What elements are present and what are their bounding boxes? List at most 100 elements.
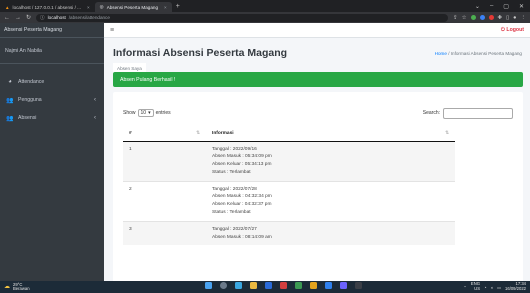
search-label: Search: — [422, 110, 440, 116]
discord-icon[interactable] — [340, 282, 347, 289]
extension-icon[interactable] — [470, 15, 476, 20]
brand-link[interactable]: Absensi Peserta Magang — [0, 23, 104, 38]
info-line: Status : Terlambat — [212, 169, 251, 175]
info-line: Status : Terlambat — [212, 210, 251, 216]
hamburger-menu-icon[interactable]: ≡ — [110, 27, 114, 34]
table-row: 3 Tanggal : 2022/07/27 Absen Masuk : 08:… — [123, 220, 455, 246]
battery-icon[interactable]: ▭ — [497, 285, 501, 290]
sidepanel-icon[interactable]: ▯ — [506, 15, 509, 21]
info-line: Absen Keluar : 05:34:13 pm — [212, 162, 272, 168]
minimize-icon[interactable]: – — [490, 3, 493, 9]
excel-icon[interactable] — [295, 282, 302, 289]
star-icon[interactable]: ☆ — [462, 15, 467, 21]
row-info: Tanggal : 2022/07/28 Absen Masuk : 04:32… — [206, 180, 455, 222]
word-icon[interactable] — [265, 282, 272, 289]
url-field[interactable]: ⓘ localhost/absensi/attendance — [36, 13, 448, 22]
extension-icon[interactable] — [488, 15, 494, 20]
url-host: localhost — [47, 15, 66, 20]
breadcrumb-current: Informasi Absensi Peserta Magang — [450, 51, 522, 56]
column-header-number[interactable]: # ⇅ — [123, 127, 206, 142]
chevron-down-icon: ▾ — [148, 110, 151, 116]
lang-region: US — [474, 286, 480, 291]
info-line: Absen Masuk : 08:14:09 am — [212, 234, 272, 240]
user-panel[interactable]: Najmi An Nabila — [0, 38, 104, 64]
page-title: Informasi Absensi Peserta Magang — [113, 47, 288, 59]
info-line: Tanggal : 2022/07/28 — [212, 186, 257, 192]
browser-address-bar: ← → ↻ ⓘ localhost/absensi/attendance ⇪ ☆… — [0, 12, 530, 23]
new-tab-button[interactable]: + — [172, 2, 184, 12]
row-number: 1 — [123, 140, 206, 182]
weather-desc: Berawan — [13, 286, 30, 291]
maximize-icon[interactable]: ▢ — [503, 3, 509, 10]
row-info: Tanggal : 2022/09/16 Absen Masuk : 05:34… — [206, 140, 455, 182]
browser-tab-phpmyadmin[interactable]: ▲ localhost / 127.0.0.1 / absensi / ... … — [0, 2, 95, 12]
tab-favicon-icon: ◎ — [99, 4, 104, 9]
browser-tab-absensi[interactable]: ◎ Absensi Peserta Magang × — [94, 2, 172, 12]
clock[interactable]: 17:34 16/09/2022 — [505, 282, 526, 291]
top-navbar: ≡ ⏻ Logout — [104, 23, 530, 38]
sort-icon: ⇅ — [195, 131, 200, 137]
sidebar-item-absensi[interactable]: 👥 Absensi ‹ — [0, 109, 104, 127]
entries-label: entries — [155, 110, 171, 116]
header-label: Informasi — [212, 131, 234, 137]
breadcrumb: Home / Informasi Absensi Peserta Magang — [435, 51, 522, 56]
tab-favicon-icon: ▲ — [5, 4, 10, 10]
vscode-icon[interactable] — [325, 282, 332, 289]
app-icon[interactable] — [280, 282, 287, 289]
users-icon: 👥 — [6, 115, 14, 122]
close-tab-icon[interactable]: × — [164, 5, 167, 10]
back-icon[interactable]: ← — [4, 15, 10, 21]
weather-widget[interactable]: ☁ 29°C Berawan — [0, 282, 30, 292]
success-alert: Absen Pulang Berhasil ! — [113, 72, 523, 87]
wifi-icon[interactable]: ◔ — [484, 285, 487, 290]
search-input[interactable] — [443, 107, 513, 119]
attendance-card: Show 10 ▾ entries Search: # ⇅ Informasi ⇅ … — [113, 92, 523, 281]
folder-icon[interactable] — [250, 282, 257, 289]
extensions-area: ⇪ ☆ ✚ ▯ ● ⋮ — [453, 15, 526, 21]
share-icon[interactable]: ⇪ — [453, 15, 458, 21]
app-icon[interactable] — [355, 282, 362, 289]
breadcrumb-home-link[interactable]: Home — [435, 51, 447, 56]
chrome-icon[interactable] — [310, 282, 317, 289]
table-row: 2 Tanggal : 2022/07/28 Absen Masuk : 04:… — [123, 180, 455, 222]
reload-icon[interactable]: ↻ — [26, 14, 31, 21]
search-icon[interactable] — [220, 282, 227, 289]
logout-button[interactable]: ⏻ Logout — [501, 27, 524, 34]
tab-title: localhost / 127.0.0.1 / absensi / ... — [12, 4, 81, 10]
logout-label: Logout — [506, 26, 524, 33]
system-tray: ⌃ ENG US ◔ ◖ ▭ 17:34 16/09/2022 — [463, 282, 530, 291]
close-tab-icon[interactable]: × — [87, 5, 90, 10]
menu-icon[interactable]: ⋮ — [521, 15, 527, 21]
sidebar-item-attendance[interactable]: ◕ Attendance — [0, 73, 104, 91]
profile-icon[interactable]: ● — [513, 15, 516, 21]
datatable-controls: Show 10 ▾ entries Search: — [123, 107, 513, 119]
chart-icon: ◕ — [8, 79, 12, 85]
edge-icon[interactable] — [235, 282, 242, 289]
language-indicator[interactable]: ENG US — [471, 282, 480, 291]
app-sidebar: Absensi Peserta Magang Najmi An Nabila ◕… — [0, 23, 104, 281]
chevron-left-icon: ‹ — [94, 115, 96, 121]
chevron-down-icon[interactable]: ⌄ — [475, 3, 480, 10]
forward-icon[interactable]: → — [15, 15, 21, 21]
weather-cloud-icon: ☁ — [4, 283, 10, 290]
info-line: Tanggal : 2022/07/27 — [212, 226, 257, 232]
sort-icon: ⇅ — [444, 131, 449, 137]
close-icon[interactable]: ✕ — [519, 3, 524, 10]
extension-icon[interactable] — [479, 15, 485, 20]
attendance-table: # ⇅ Informasi ⇅ 1 Tanggal : 2022/09/16 Abs… — [123, 127, 455, 246]
chevron-up-icon[interactable]: ⌃ — [463, 285, 467, 290]
puzzle-icon[interactable]: ✚ — [498, 15, 503, 21]
tab-row: Absen Saya — [113, 63, 523, 74]
row-info: Tanggal : 2022/07/27 Absen Masuk : 08:14… — [206, 220, 455, 246]
volume-icon[interactable]: ◖ — [491, 285, 494, 290]
info-icon[interactable]: ⓘ — [40, 15, 45, 21]
main-content: Informasi Absensi Peserta Magang Home / … — [104, 38, 530, 281]
sidebar-item-pengguna[interactable]: 👥 Pengguna ‹ — [0, 91, 104, 109]
column-header-informasi[interactable]: Informasi ⇅ — [206, 127, 455, 142]
url-path: /absensi/attendance — [68, 15, 110, 20]
start-icon[interactable] — [205, 282, 212, 289]
entries-value: 10 — [140, 110, 147, 116]
row-number: 2 — [123, 180, 206, 222]
info-line: Absen Keluar : 04:32:37 pm — [212, 202, 272, 208]
entries-select[interactable]: 10 ▾ — [137, 109, 154, 117]
